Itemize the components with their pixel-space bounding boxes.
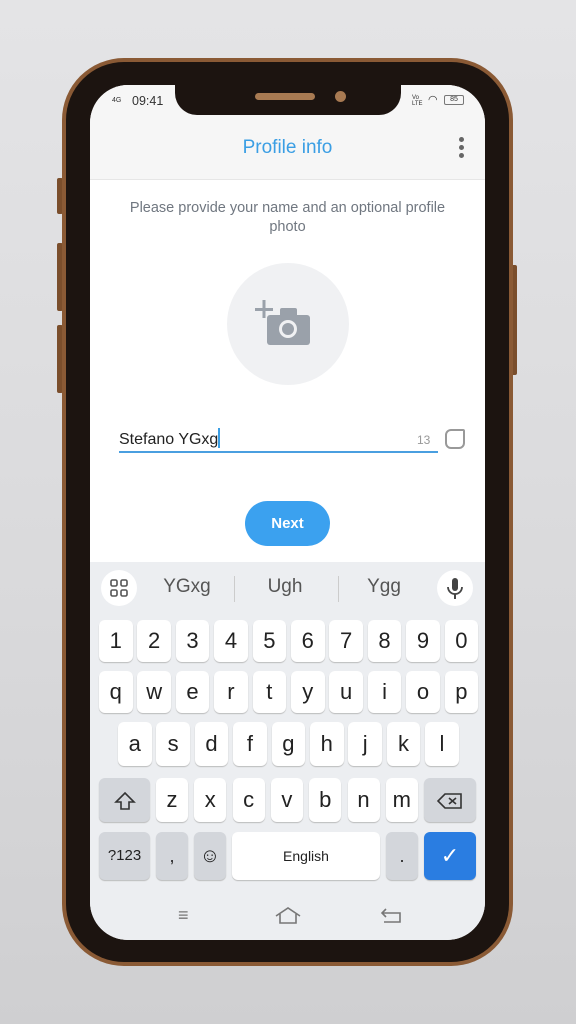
microphone-icon[interactable] bbox=[437, 570, 473, 606]
key-5[interactable]: 5 bbox=[252, 620, 287, 662]
key-p[interactable]: p bbox=[444, 671, 479, 713]
key-x[interactable]: x bbox=[194, 778, 227, 822]
suggestion[interactable]: Ygg bbox=[339, 576, 429, 598]
key-z[interactable]: z bbox=[156, 778, 188, 822]
key-b[interactable]: b bbox=[309, 778, 342, 822]
status-time: 09:41 bbox=[132, 94, 164, 108]
key-3[interactable]: 3 bbox=[175, 620, 210, 662]
key-a[interactable]: a bbox=[118, 722, 152, 766]
comma-key[interactable]: , bbox=[156, 832, 188, 880]
key-0[interactable]: 0 bbox=[444, 620, 479, 662]
apps-grid-icon[interactable] bbox=[101, 570, 137, 606]
key-7[interactable]: 7 bbox=[329, 620, 363, 662]
key-4[interactable]: 4 bbox=[214, 620, 248, 662]
camera-notch bbox=[175, 85, 401, 115]
battery-icon: 85 bbox=[444, 95, 464, 105]
key-e[interactable]: e bbox=[175, 671, 210, 713]
network-indicator: 4G bbox=[112, 97, 122, 104]
sticker-icon[interactable] bbox=[445, 429, 465, 449]
screen: 4G 09:41 Vo LTE ◠ 85 Profile info Please… bbox=[90, 85, 485, 940]
key-l[interactable]: l bbox=[425, 722, 459, 766]
name-value: Stefano YGxg bbox=[119, 431, 219, 448]
key-8[interactable]: 8 bbox=[367, 620, 402, 662]
key-w[interactable]: w bbox=[137, 671, 171, 713]
backspace-icon bbox=[436, 793, 462, 809]
period-key[interactable]: . bbox=[386, 832, 418, 880]
add-photo-button[interactable] bbox=[227, 263, 349, 385]
suggestion[interactable]: YGxg bbox=[142, 576, 232, 598]
shift-icon bbox=[113, 792, 136, 810]
key-v[interactable]: v bbox=[270, 778, 303, 822]
name-input[interactable]: Stefano YGxg bbox=[119, 428, 221, 449]
key-c[interactable]: c bbox=[232, 778, 265, 822]
key-n[interactable]: n bbox=[347, 778, 380, 822]
text-cursor bbox=[218, 428, 221, 448]
key-d[interactable]: d bbox=[194, 722, 229, 766]
key-t[interactable]: t bbox=[252, 671, 287, 713]
key-f[interactable]: f bbox=[233, 722, 267, 766]
home-icon[interactable] bbox=[274, 905, 302, 927]
key-1[interactable]: 1 bbox=[99, 620, 133, 662]
check-icon[interactable]: ✓ bbox=[424, 832, 476, 880]
key-m[interactable]: m bbox=[385, 778, 418, 822]
navigation-bar: ≡ bbox=[90, 895, 485, 940]
key-q[interactable]: q bbox=[99, 671, 133, 713]
page-title: Profile info bbox=[242, 137, 333, 158]
suggestion-bar: YGxg Ugh Ygg bbox=[90, 562, 485, 612]
suggestion[interactable]: Ugh bbox=[240, 576, 330, 598]
key-k[interactable]: k bbox=[386, 722, 421, 766]
key-9[interactable]: 9 bbox=[406, 620, 440, 662]
backspace-key[interactable] bbox=[424, 778, 476, 822]
key-h[interactable]: h bbox=[310, 722, 344, 766]
wifi-icon: ◠ bbox=[428, 94, 438, 106]
instruction-text: Please provide your name and an optional… bbox=[129, 200, 446, 235]
menu-icon[interactable]: ≡ bbox=[178, 905, 189, 926]
key-g[interactable]: g bbox=[271, 722, 306, 766]
next-button[interactable]: Next bbox=[245, 501, 330, 546]
key-y[interactable]: y bbox=[291, 671, 325, 713]
keyboard: YGxg Ugh Ygg 1234567890 qwertyuiop asdfghj… bbox=[90, 562, 485, 940]
key-j[interactable]: j bbox=[348, 722, 382, 766]
char-counter: 13 bbox=[417, 433, 431, 447]
key-o[interactable]: o bbox=[406, 671, 440, 713]
input-underline bbox=[119, 451, 438, 453]
shift-key[interactable] bbox=[99, 778, 150, 822]
more-vertical-icon[interactable] bbox=[459, 137, 465, 161]
key-i[interactable]: i bbox=[367, 671, 402, 713]
symbols-key[interactable]: ?123 bbox=[99, 832, 150, 880]
emoji-icon[interactable]: ☺ bbox=[194, 832, 226, 880]
back-icon[interactable] bbox=[380, 907, 404, 925]
key-r[interactable]: r bbox=[214, 671, 248, 713]
space-key[interactable]: English bbox=[232, 832, 380, 880]
add-photo-icon bbox=[255, 300, 310, 345]
key-6[interactable]: 6 bbox=[291, 620, 325, 662]
volte-indicator: Vo LTE bbox=[412, 95, 423, 107]
key-u[interactable]: u bbox=[329, 671, 363, 713]
key-2[interactable]: 2 bbox=[137, 620, 171, 662]
key-s[interactable]: s bbox=[156, 722, 190, 766]
divider bbox=[234, 576, 235, 602]
